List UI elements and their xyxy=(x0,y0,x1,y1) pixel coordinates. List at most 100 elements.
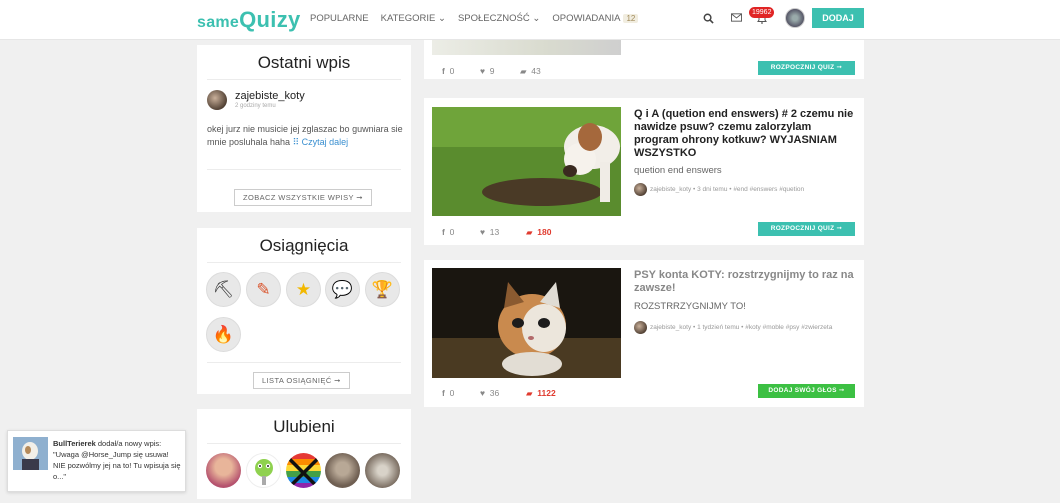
comments-count: 43 xyxy=(531,66,541,76)
logo-small: same xyxy=(197,14,240,31)
quiz-thumbnail[interactable] xyxy=(432,40,621,55)
hearts[interactable]: ♥ 36 xyxy=(480,388,526,399)
facebook-icon: f xyxy=(442,227,445,237)
favorites-box: Ulubieni xyxy=(197,409,411,499)
quiz-description: quetion end enswers xyxy=(634,165,722,176)
toast-text: BullTerierek dodał/a nowy wpis: "Uwaga @… xyxy=(53,438,183,482)
author-name[interactable]: zajebiste_koty xyxy=(235,90,305,102)
comments-count: 1122 xyxy=(537,388,556,398)
site-logo[interactable]: sameQuizy xyxy=(197,7,301,33)
nav-stories[interactable]: OPOWIADANIA 12 xyxy=(552,13,639,24)
toast-avatar xyxy=(13,437,48,470)
favorite-avatar[interactable] xyxy=(365,453,400,488)
user-avatar[interactable] xyxy=(785,8,805,28)
start-quiz-button[interactable]: ROZPOCZNIJ QUIZ ➞ xyxy=(758,61,855,75)
fire-icon[interactable]: 🔥 xyxy=(206,317,241,352)
facebook-likes[interactable]: f 0 xyxy=(442,388,480,399)
heart-icon: ♥ xyxy=(480,66,486,76)
trophy-icon[interactable]: 🏆 xyxy=(365,272,400,307)
last-post-title: Ostatni wpis xyxy=(257,53,351,72)
last-post-box: Ostatni wpis zajebiste_koty 2 godziny te… xyxy=(197,45,411,212)
post-text: okej jurz nie musicie jej zglaszac bo gu… xyxy=(207,123,403,149)
facebook-likes[interactable]: f 0 xyxy=(442,66,480,77)
favorite-avatar[interactable] xyxy=(206,453,241,488)
divider xyxy=(207,262,401,263)
quiz-title[interactable]: Q i A (quetion end enswers) # 2 czemu ni… xyxy=(634,108,856,160)
author-avatar[interactable] xyxy=(634,321,647,334)
start-quiz-button[interactable]: ROZPOCZNIJ QUIZ ➞ xyxy=(758,222,855,236)
nav-popular[interactable]: POPULARNE xyxy=(310,13,369,24)
achievements-box: Osiągnięcia ⛏ ✎ ★ 💬 🏆 🔥 LISTA OSIĄGNIĘĆ … xyxy=(197,228,411,394)
top-navigation-bar: sameQuizy POPULARNE KATEGORIE ⌄ SPOŁECZN… xyxy=(0,0,1060,40)
quiz-thumbnail[interactable] xyxy=(432,107,621,216)
quiz-card: f 0 ♥ 9 ▰ 43 ROZPOCZNIJ QUIZ ➞ xyxy=(424,40,864,79)
comment-icon: ▰ xyxy=(526,388,533,398)
favorites-title: Ulubieni xyxy=(273,417,335,436)
facebook-likes[interactable]: f 0 xyxy=(442,227,480,238)
poll-thumbnail[interactable] xyxy=(432,268,621,378)
divider xyxy=(207,79,401,80)
toast-quote: "Uwaga @Horse_Jump się usuwa! NIE pozwól… xyxy=(53,450,181,481)
facebook-icon: f xyxy=(442,388,445,398)
poll-stats: f 0 ♥ 36 ▰ 1122 xyxy=(442,388,556,399)
nav-stories-label: OPOWIADANIA xyxy=(552,13,621,24)
pickaxe-icon[interactable]: ⛏ xyxy=(206,272,241,307)
comments[interactable]: ▰ 1122 xyxy=(526,388,556,399)
heart-icon: ♥ xyxy=(480,227,486,237)
hearts[interactable]: ♥ 9 xyxy=(480,66,520,77)
toast-user[interactable]: BullTerierek xyxy=(53,439,96,448)
logo-big: Quizy xyxy=(239,7,301,32)
quiz-card: Q i A (quetion end enswers) # 2 czemu ni… xyxy=(424,98,864,245)
author-avatar[interactable] xyxy=(634,183,647,196)
favorite-avatar[interactable] xyxy=(325,453,360,488)
facebook-count: 0 xyxy=(449,227,455,237)
hearts-count: 13 xyxy=(489,227,500,237)
comments[interactable]: ▰ 180 xyxy=(526,227,551,238)
read-more-link[interactable]: ⠿ Czytaj dalej xyxy=(293,137,349,147)
mail-icon[interactable] xyxy=(731,13,742,25)
facebook-icon: f xyxy=(442,66,445,76)
search-icon[interactable] xyxy=(703,13,714,27)
quiz-stats: f 0 ♥ 9 ▰ 43 xyxy=(442,66,541,77)
all-posts-button[interactable]: ZOBACZ WSZYSTKIE WPISY ➞ xyxy=(234,189,372,206)
facebook-count: 0 xyxy=(449,66,455,76)
quiz-meta-text: zajebiste_koty • 3 dni temu • #end #ensw… xyxy=(650,186,805,194)
hearts-count: 9 xyxy=(489,66,495,76)
divider xyxy=(207,443,401,444)
favorite-avatar[interactable] xyxy=(286,453,321,488)
poll-meta-text: zajebiste_koty • 1 tydzień temu • #koty … xyxy=(650,324,833,332)
quiz-meta: zajebiste_koty • 3 dni temu • #end #ensw… xyxy=(634,183,854,196)
facebook-count: 0 xyxy=(449,388,455,398)
chat-icon[interactable]: 💬 xyxy=(325,272,360,307)
comments[interactable]: ▰ 43 xyxy=(520,66,541,77)
author-avatar[interactable] xyxy=(207,90,227,110)
favorite-avatar[interactable] xyxy=(246,453,281,488)
poll-title[interactable]: PSY konta KOTY: rozstrzygnijmy to raz na… xyxy=(634,269,856,295)
heart-icon: ♥ xyxy=(480,388,486,398)
comment-icon: ▰ xyxy=(520,66,527,76)
poll-meta: zajebiste_koty • 1 tydzień temu • #koty … xyxy=(634,321,854,334)
add-button[interactable]: DODAJ xyxy=(812,8,864,28)
activity-toast[interactable]: BullTerierek dodał/a nowy wpis: "Uwaga @… xyxy=(7,430,186,492)
nav-categories[interactable]: KATEGORIE ⌄ xyxy=(381,13,446,24)
toast-action: dodał/a nowy wpis: xyxy=(95,439,162,448)
pencil-icon[interactable]: ✎ xyxy=(246,272,281,307)
comments-count: 180 xyxy=(537,227,552,237)
stories-count-badge: 12 xyxy=(623,14,639,23)
achievements-title: Osiągnięcia xyxy=(259,236,349,255)
hearts[interactable]: ♥ 13 xyxy=(480,227,526,238)
vote-button[interactable]: DODAJ SWÓJ GŁOS ➞ xyxy=(758,384,855,398)
divider xyxy=(207,362,401,363)
nav-community[interactable]: SPOŁECZNOŚĆ ⌄ xyxy=(458,13,540,24)
comment-icon: ▰ xyxy=(526,227,533,237)
read-more-label: Czytaj dalej xyxy=(301,137,349,147)
poll-card: PSY konta KOTY: rozstrzygnijmy to raz na… xyxy=(424,260,864,407)
notifications-badge: 19962 xyxy=(749,7,775,18)
star-icon[interactable]: ★ xyxy=(286,272,321,307)
divider xyxy=(207,169,401,170)
poll-description: ROZSTRRZYGNIJMY TO! xyxy=(634,301,746,312)
post-time: 2 godziny temu xyxy=(235,103,276,109)
achievements-list-button[interactable]: LISTA OSIĄGNIĘĆ ➞ xyxy=(253,372,350,389)
hearts-count: 36 xyxy=(489,388,500,398)
quiz-stats: f 0 ♥ 13 ▰ 180 xyxy=(442,227,551,238)
